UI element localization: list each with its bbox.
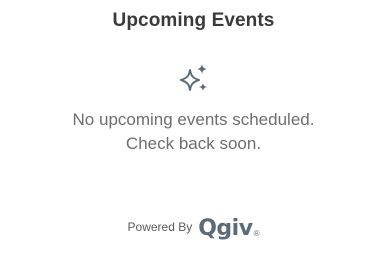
empty-state-line-1: No upcoming events scheduled. <box>72 110 315 129</box>
registered-mark: ® <box>253 229 260 238</box>
empty-state-line-2: Check back soon. <box>125 134 262 153</box>
empty-state-message: No upcoming events scheduled. Check back… <box>0 108 387 156</box>
powered-by-footer: Powered By Qgiv ® <box>0 213 387 241</box>
qgiv-logo[interactable]: Qgiv ® <box>198 213 259 241</box>
widget-title: Upcoming Events <box>112 10 275 31</box>
powered-by-label: Powered By <box>127 220 193 234</box>
qgiv-logo-text: Qgiv <box>198 216 253 241</box>
sparkle-icon <box>178 63 212 97</box>
